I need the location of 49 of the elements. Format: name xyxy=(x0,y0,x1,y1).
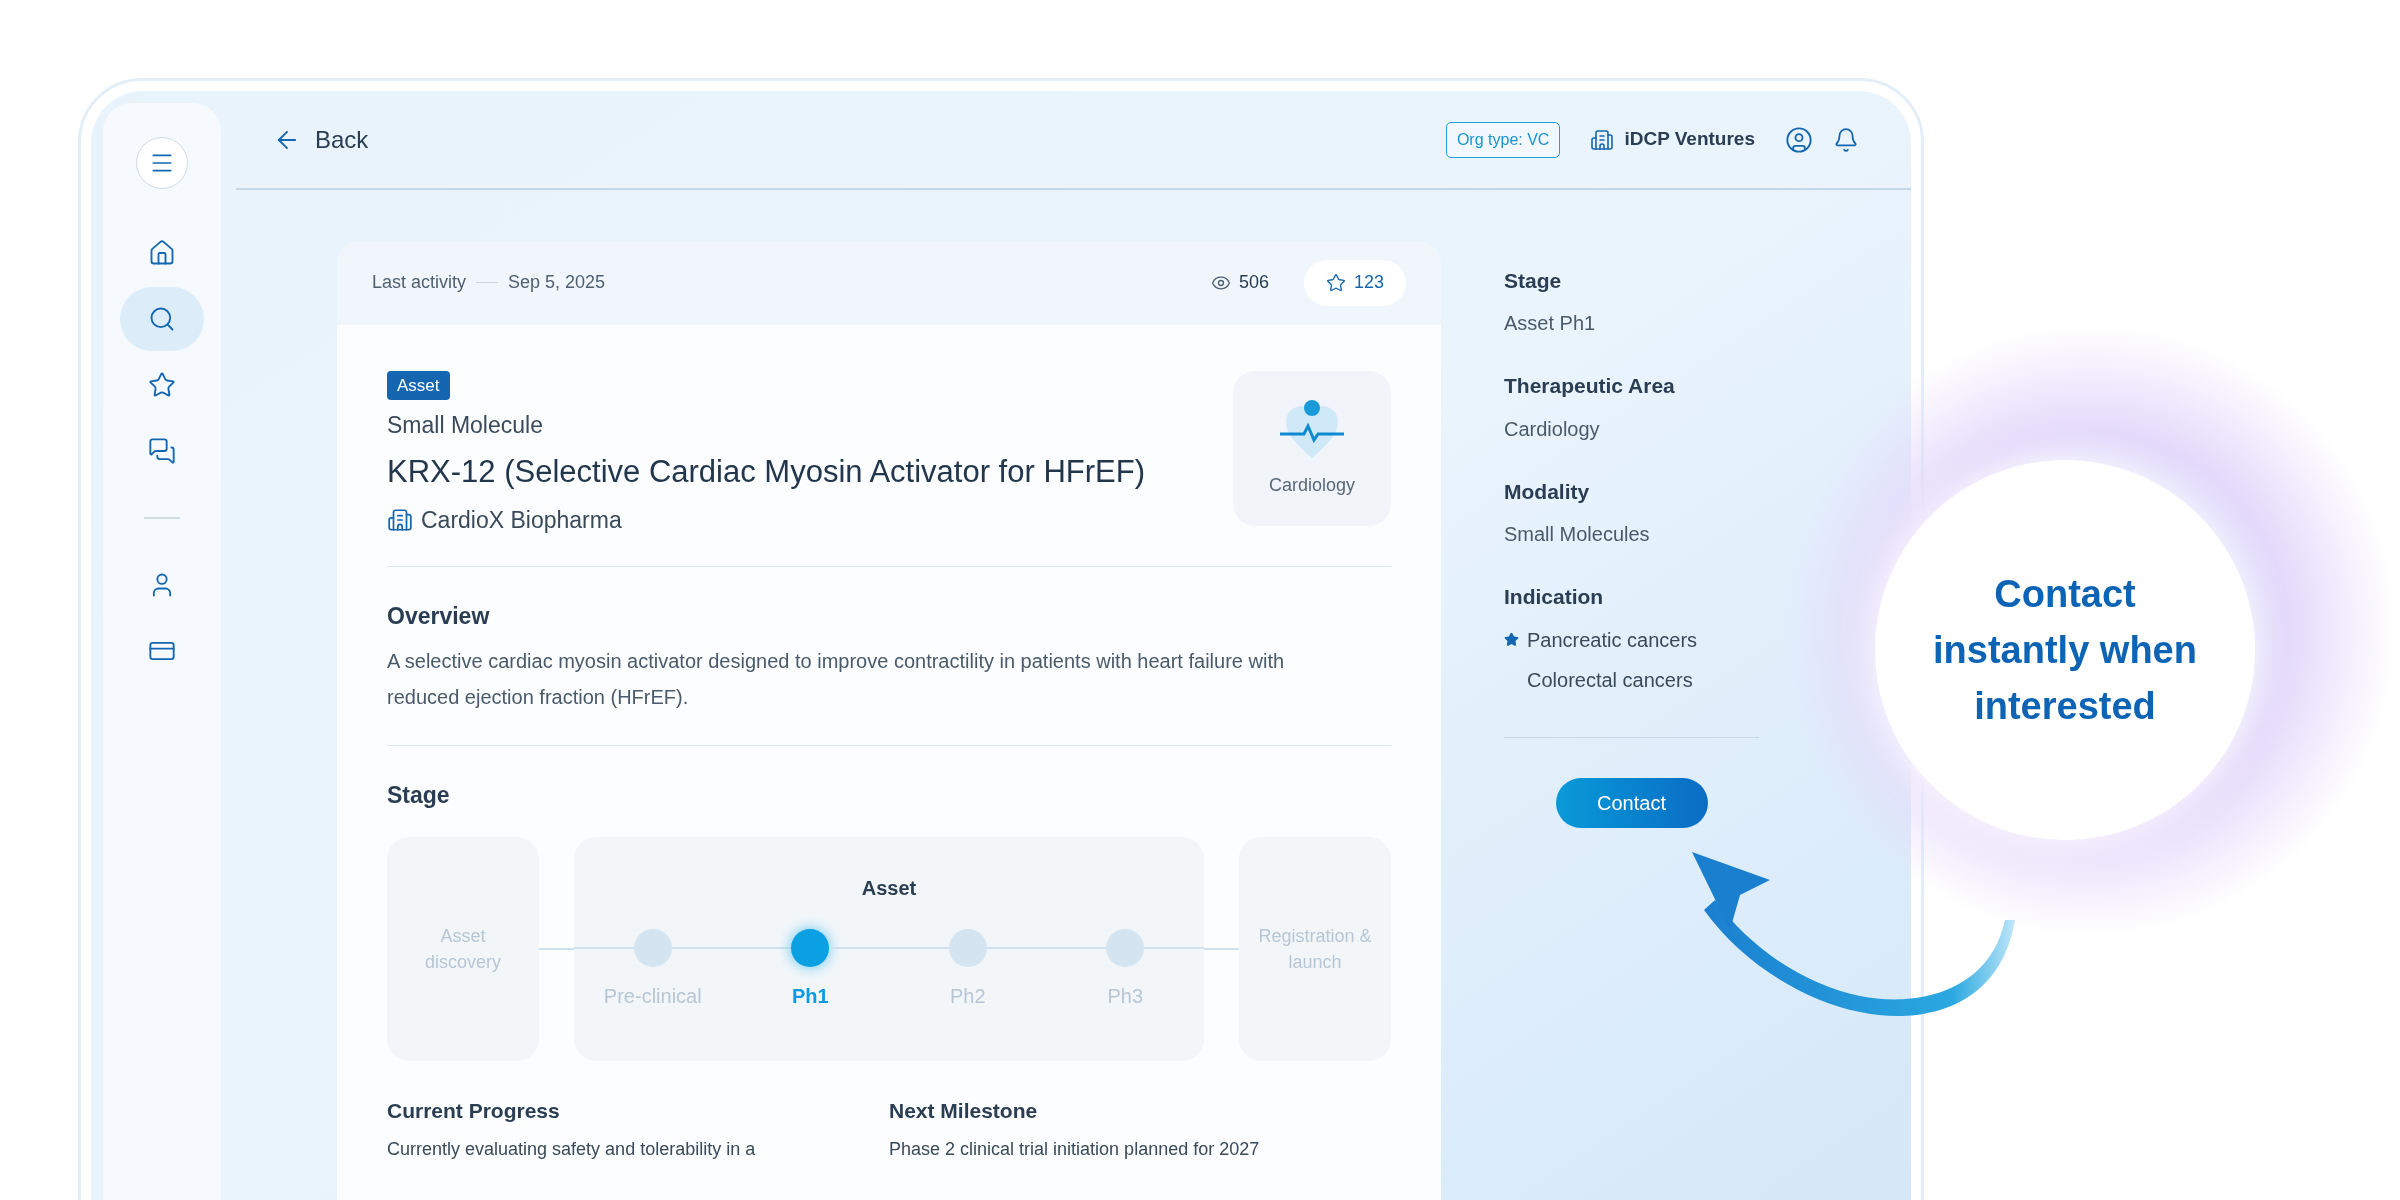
asset-title: KRX-12 (Selective Cardiac Myosin Activator for HFrEF) xyxy=(387,452,1145,491)
section-heading: Next Milestone xyxy=(889,1097,1039,1124)
stage-label: Registration & launch xyxy=(1257,924,1373,974)
profile-icon xyxy=(1785,125,1813,154)
stage-group-label: Asset xyxy=(861,875,917,901)
org-type-badge: Org type: VC xyxy=(1445,121,1561,158)
stage-heading: Stage xyxy=(387,781,451,810)
menu-button[interactable] xyxy=(136,137,188,189)
contact-button[interactable]: Contact xyxy=(1555,778,1708,828)
detail-label: Stage xyxy=(1504,267,1563,294)
asset-tag: Asset xyxy=(387,370,450,400)
search-icon xyxy=(148,305,176,333)
view-count: 506 xyxy=(1238,271,1269,294)
home-icon xyxy=(148,239,176,267)
back-button[interactable]: Back xyxy=(273,121,369,158)
section-text: Currently evaluating safety and tolerability in a xyxy=(387,1138,757,1161)
star-icon xyxy=(148,371,176,399)
favorite-button[interactable]: 123 xyxy=(1303,259,1406,306)
detail-value: Small Molecules xyxy=(1504,522,1651,547)
section-heading: Current Progress xyxy=(387,1097,561,1124)
detail-value: Cardiology xyxy=(1504,416,1601,442)
notifications-button[interactable] xyxy=(1833,126,1859,153)
stage-label: Asset discovery xyxy=(424,924,502,974)
company-name: CardioX Biopharma xyxy=(421,506,622,535)
area-tile-label: Cardiology xyxy=(1268,473,1355,497)
overview-heading: Overview xyxy=(387,601,491,631)
step-label: Ph1 xyxy=(791,983,829,1009)
detail-label: Therapeutic Area xyxy=(1504,373,1676,399)
profile-button[interactable] xyxy=(1785,125,1813,154)
star-icon xyxy=(1325,272,1346,293)
detail-label: Modality xyxy=(1504,478,1591,505)
indication-item: Pancreatic cancers xyxy=(1527,627,1698,653)
chat-icon xyxy=(148,437,176,465)
callout-text: Contact instantly when interested xyxy=(1932,572,2198,729)
overview-text: A selective cardiac myosin activator designed to improve contractility in patients with heart failure with reduced ejection fraction (HFrEF). xyxy=(387,649,1286,710)
bell-icon xyxy=(1833,126,1859,153)
last-activity-date: Sep 5, 2025 xyxy=(508,271,606,294)
indication-item: Colorectal cancers xyxy=(1527,667,1693,693)
modality-label: Small Molecule xyxy=(387,411,543,440)
step-label: Ph2 xyxy=(949,983,986,1009)
step-label: Ph3 xyxy=(1107,983,1144,1009)
detail-value: Asset Ph1 xyxy=(1504,311,1597,336)
step-label: Pre-clinical xyxy=(603,983,702,1009)
last-activity-label: Last activity xyxy=(372,271,467,294)
org-name: iDCP Ventures xyxy=(1624,127,1755,152)
building-icon xyxy=(1590,127,1615,152)
detail-label: Indication xyxy=(1504,584,1605,610)
building-icon xyxy=(387,507,413,534)
section-text: Phase 2 clinical trial initiation planned for 2027 xyxy=(889,1138,1261,1161)
